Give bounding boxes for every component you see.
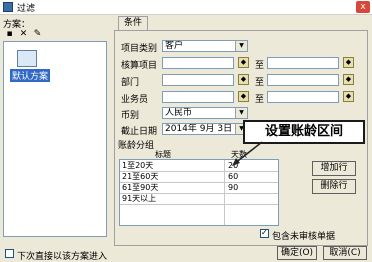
accounting-item-label: 核算项目 xyxy=(121,61,158,71)
project-type-select[interactable]: 客户 ▼ xyxy=(162,40,248,52)
checkmark-icon: ✓ xyxy=(261,228,268,237)
accounting-item-to-input[interactable] xyxy=(267,57,339,69)
cutoff-date-label: 截止日期 xyxy=(121,127,158,137)
to-label: 至 xyxy=(255,95,265,105)
lookup-icon[interactable]: ◆ xyxy=(238,91,249,102)
app-icon xyxy=(3,2,13,12)
department-label: 部门 xyxy=(121,78,140,88)
salesperson-label: 业务员 xyxy=(121,95,149,105)
tab-conditions[interactable]: 条件 xyxy=(118,16,148,30)
chevron-down-icon[interactable]: ▼ xyxy=(235,41,247,51)
scheme-folder-icon[interactable] xyxy=(17,50,37,67)
include-unaudited-checkbox[interactable]: ✓ xyxy=(260,228,269,238)
save-icon[interactable]: ▪ xyxy=(4,29,15,40)
row-title[interactable]: 1至20天 xyxy=(122,161,153,170)
delete-icon[interactable]: ✕ xyxy=(18,29,29,40)
column-header-title: 标题 xyxy=(155,150,171,159)
to-label: 至 xyxy=(255,61,265,71)
chevron-down-icon[interactable]: ▼ xyxy=(235,108,247,118)
scheme-item-default[interactable]: 默认方案 xyxy=(10,69,51,82)
accounting-item-from-input[interactable] xyxy=(162,57,234,69)
row-days[interactable]: 90 xyxy=(228,183,238,192)
project-type-value: 客户 xyxy=(165,41,184,51)
aging-table[interactable]: 1至20天 20 21至60天 60 61至90天 90 91天以上 xyxy=(119,159,279,226)
lookup-icon[interactable]: ◆ xyxy=(343,57,354,68)
to-label: 至 xyxy=(255,78,265,88)
table-row[interactable]: 91天以上 xyxy=(120,193,278,204)
ok-button[interactable]: 确定(O) xyxy=(277,246,317,260)
department-to-input[interactable] xyxy=(267,74,339,86)
direct-enter-checkbox[interactable] xyxy=(5,249,14,258)
lookup-icon[interactable]: ◆ xyxy=(343,91,354,102)
include-unaudited-label: 包含未审核单据 xyxy=(272,232,336,242)
cancel-button[interactable]: 取消(C) xyxy=(323,246,367,260)
add-row-button[interactable]: 增加行 xyxy=(312,161,356,176)
cutoff-date-value: 2014年 9月 3日 xyxy=(165,124,233,134)
salesperson-to-input[interactable] xyxy=(267,91,339,103)
lookup-icon[interactable]: ◆ xyxy=(238,74,249,85)
row-title[interactable]: 61至90天 xyxy=(122,183,158,192)
row-days[interactable]: 60 xyxy=(228,172,238,181)
table-row[interactable]: 21至60天 60 xyxy=(120,171,278,182)
project-type-label: 项目类别 xyxy=(121,44,158,54)
lookup-icon[interactable]: ◆ xyxy=(343,74,354,85)
direct-enter-label: 下次直接以该方案进入 xyxy=(17,252,108,262)
currency-select[interactable]: 人民币 ▼ xyxy=(162,107,248,119)
delete-row-button[interactable]: 删除行 xyxy=(312,179,356,194)
currency-value: 人民币 xyxy=(165,108,193,118)
cutoff-date-picker[interactable]: 2014年 9月 3日 ▼ xyxy=(162,123,248,135)
lookup-icon[interactable]: ◆ xyxy=(238,57,249,68)
salesperson-from-input[interactable] xyxy=(162,91,234,103)
row-title[interactable]: 21至60天 xyxy=(122,172,158,181)
window-title: 过滤 xyxy=(17,4,36,14)
annotation-arrow-icon xyxy=(232,141,263,166)
title-bar: 过滤 x xyxy=(0,0,372,15)
edit-icon[interactable]: ✎ xyxy=(32,29,43,40)
table-row[interactable]: 61至90天 90 xyxy=(120,182,278,193)
department-from-input[interactable] xyxy=(162,74,234,86)
currency-label: 币别 xyxy=(121,111,140,121)
close-button[interactable]: x xyxy=(356,1,370,13)
row-title[interactable]: 91天以上 xyxy=(122,194,156,203)
